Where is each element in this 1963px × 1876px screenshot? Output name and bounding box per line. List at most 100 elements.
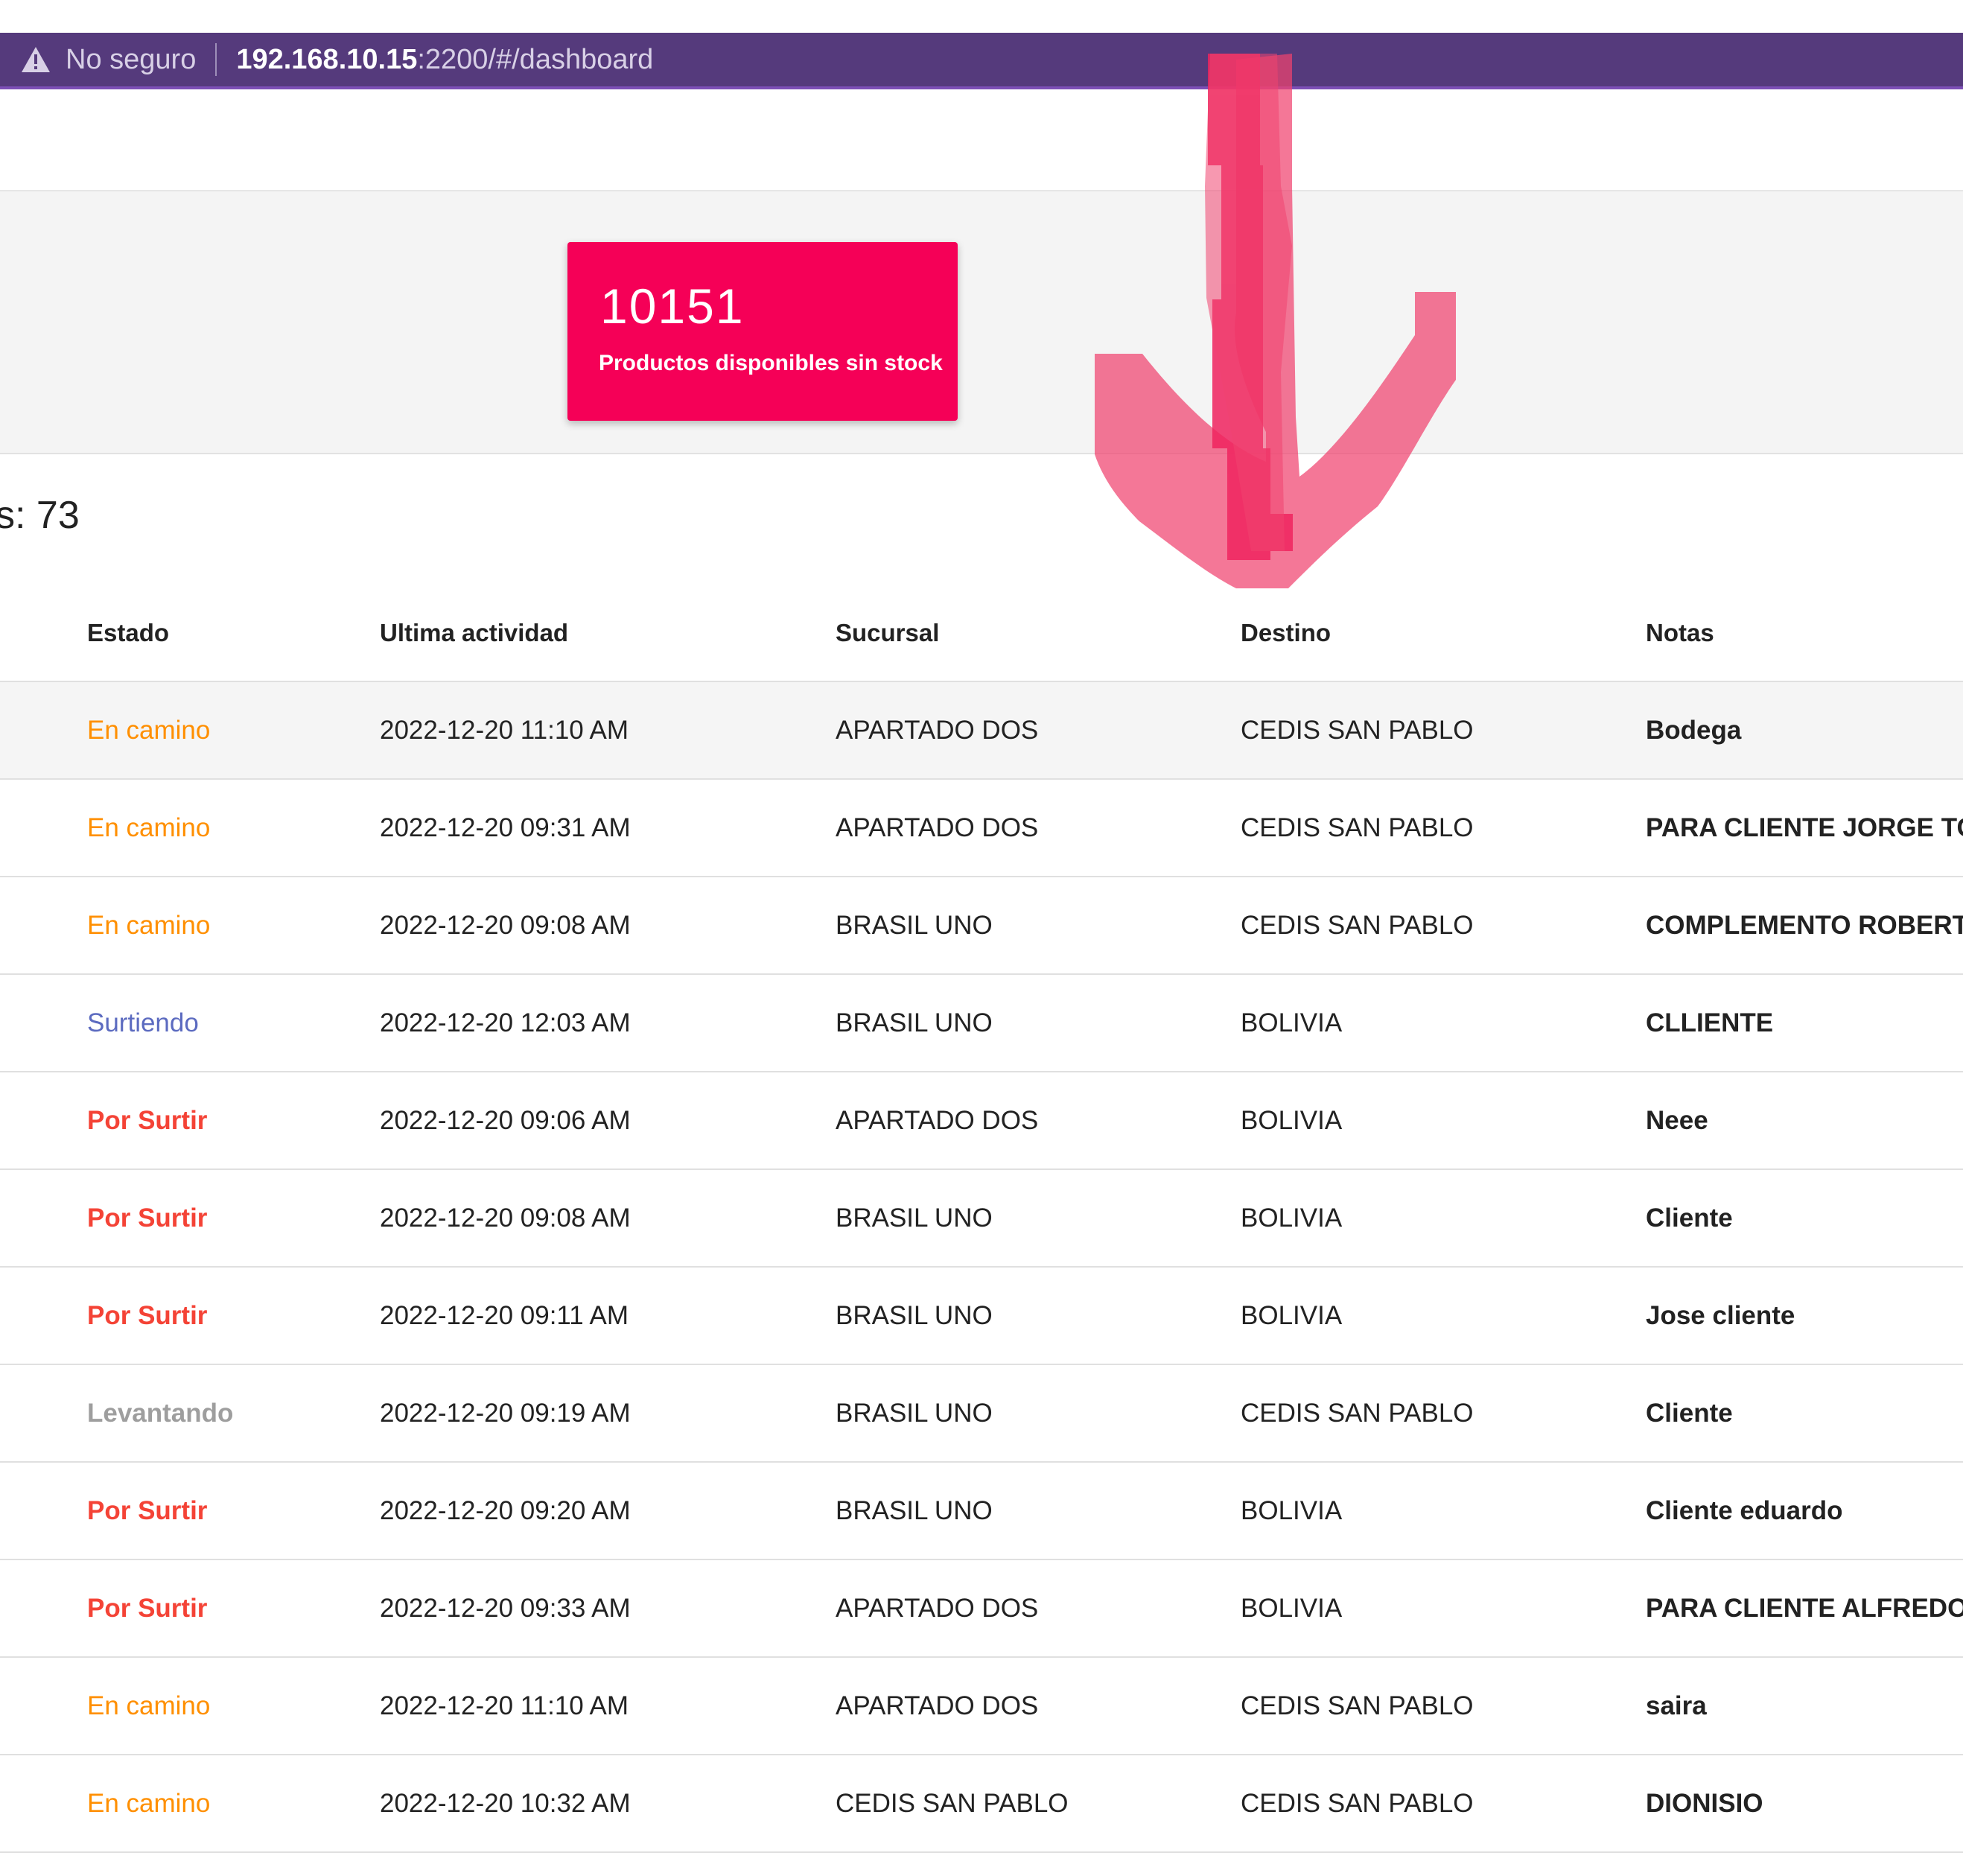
cell-destino: BOLIVIA bbox=[1241, 974, 1646, 1072]
cell-destino: CEDIS SAN PABLO bbox=[1241, 681, 1646, 780]
cell-destino: BOLIVIA bbox=[1241, 1462, 1646, 1560]
cell-ultima-actividad: 2022-12-20 09:19 AM bbox=[380, 1364, 836, 1463]
table-row[interactable]: En camino 2022-12-20 11:10 AM APARTADO DOS… bbox=[0, 681, 1963, 780]
cell-destino: CEDIS SAN PABLO bbox=[1241, 1755, 1646, 1853]
row-spacer bbox=[0, 1657, 87, 1755]
table-row[interactable]: Por Surtir 2022-12-20 09:11 AM BRASIL UNO B… bbox=[0, 1267, 1963, 1365]
cell-notas: PARA CLIENTE JORGE TON bbox=[1646, 779, 1963, 877]
row-spacer bbox=[0, 1559, 87, 1658]
cell-sucursal: BRASIL UNO bbox=[836, 877, 1241, 975]
cell-estado: Por Surtir bbox=[87, 1169, 380, 1268]
cell-estado: Surtiendo bbox=[87, 974, 380, 1072]
table-row[interactable]: Por Surtir 2022-12-20 09:33 AM APARTADO DO… bbox=[0, 1559, 1963, 1658]
cell-notas: Cliente bbox=[1646, 1169, 1963, 1268]
cell-estado: Por Surtir bbox=[87, 1267, 380, 1365]
stat-card-products-no-stock[interactable]: 10151 Productos disponibles sin stock bbox=[567, 242, 958, 421]
cell-destino: BOLIVIA bbox=[1241, 1169, 1646, 1268]
cell-notas: Neee bbox=[1646, 1072, 1963, 1170]
row-spacer bbox=[0, 1364, 87, 1463]
cell-sucursal: APARTADO DOS bbox=[836, 1657, 1241, 1755]
cell-destino: BOLIVIA bbox=[1241, 1072, 1646, 1170]
row-spacer bbox=[0, 681, 87, 780]
cell-notas: Jose cliente bbox=[1646, 1267, 1963, 1365]
cell-destino: CEDIS SAN PABLO bbox=[1241, 779, 1646, 877]
url-host: 192.168.10.15 bbox=[236, 43, 418, 75]
row-spacer bbox=[0, 1755, 87, 1853]
cell-ultima-actividad: 2022-12-20 09:31 AM bbox=[380, 779, 836, 877]
cell-destino: CEDIS SAN PABLO bbox=[1241, 877, 1646, 975]
cell-sucursal: BRASIL UNO bbox=[836, 1267, 1241, 1365]
cell-notas: COMPLEMENTO ROBERTO bbox=[1646, 877, 1963, 975]
table-row[interactable]: En camino 2022-12-20 09:08 AM BRASIL UNO CE… bbox=[0, 877, 1963, 975]
table-header-row: Estado Ultima actividad Sucursal Destino… bbox=[0, 585, 1963, 682]
cell-sucursal: BRASIL UNO bbox=[836, 974, 1241, 1072]
cell-estado: En camino bbox=[87, 1657, 380, 1755]
cell-notas: PARA CLIENTE ALFREDO P bbox=[1646, 1559, 1963, 1658]
cell-estado: Por Surtir bbox=[87, 1462, 380, 1560]
cell-destino: CEDIS SAN PABLO bbox=[1241, 1364, 1646, 1463]
security-status-label[interactable]: No seguro bbox=[66, 44, 196, 76]
cell-sucursal: BRASIL UNO bbox=[836, 1364, 1241, 1463]
cell-sucursal: CEDIS SAN PABLO bbox=[836, 1755, 1241, 1853]
cell-notas: DIONISIO bbox=[1646, 1755, 1963, 1853]
table-row[interactable]: En camino 2022-12-20 09:31 AM APARTADO DOS… bbox=[0, 779, 1963, 877]
address-divider bbox=[215, 43, 217, 76]
cell-sucursal: BRASIL UNO bbox=[836, 1169, 1241, 1268]
cell-ultima-actividad: 2022-12-20 09:08 AM bbox=[380, 877, 836, 975]
cell-ultima-actividad: 2022-12-20 09:33 AM bbox=[380, 1559, 836, 1658]
cell-sucursal: BRASIL UNO bbox=[836, 1462, 1241, 1560]
table-row[interactable]: Surtiendo 2022-12-20 12:03 AM BRASIL UNO BO… bbox=[0, 974, 1963, 1072]
browser-address-bar[interactable]: No seguro 192.168.10.15:2200/#/dashboard bbox=[0, 33, 1963, 89]
row-spacer bbox=[0, 974, 87, 1072]
row-spacer bbox=[0, 1267, 87, 1365]
cell-sucursal: APARTADO DOS bbox=[836, 779, 1241, 877]
table-row[interactable]: Levantando 2022-12-20 09:19 AM BRASIL UNO C… bbox=[0, 1364, 1963, 1463]
cell-destino: BOLIVIA bbox=[1241, 1267, 1646, 1365]
browser-top-strip bbox=[0, 0, 1963, 33]
cell-notas: saira bbox=[1646, 1657, 1963, 1755]
cell-estado: En camino bbox=[87, 877, 380, 975]
table-row[interactable]: Por Surtir 2022-12-20 09:20 AM BRASIL UNO B… bbox=[0, 1462, 1963, 1560]
orders-table: Estado Ultima actividad Sucursal Destino… bbox=[0, 585, 1963, 1853]
cell-destino: BOLIVIA bbox=[1241, 1559, 1646, 1658]
cell-estado: En camino bbox=[87, 1755, 380, 1853]
header-spacer bbox=[0, 585, 87, 682]
header-destino[interactable]: Destino bbox=[1241, 585, 1646, 682]
cell-notas: Cliente bbox=[1646, 1364, 1963, 1463]
cell-ultima-actividad: 2022-12-20 11:10 AM bbox=[380, 681, 836, 780]
cell-sucursal: APARTADO DOS bbox=[836, 681, 1241, 780]
summary-panel bbox=[0, 191, 1963, 454]
cell-estado: Por Surtir bbox=[87, 1072, 380, 1170]
table-row[interactable]: En camino 2022-12-20 10:32 AM CEDIS SAN PA… bbox=[0, 1755, 1963, 1853]
cell-estado: En camino bbox=[87, 681, 380, 780]
cell-ultima-actividad: 2022-12-20 12:03 AM bbox=[380, 974, 836, 1072]
header-sucursal[interactable]: Sucursal bbox=[836, 585, 1241, 682]
cell-ultima-actividad: 2022-12-20 09:20 AM bbox=[380, 1462, 836, 1560]
cell-destino: CEDIS SAN PABLO bbox=[1241, 1657, 1646, 1755]
cell-estado: Por Surtir bbox=[87, 1559, 380, 1658]
warning-triangle-icon bbox=[19, 43, 52, 76]
table-row[interactable]: Por Surtir 2022-12-20 09:08 AM BRASIL UNO B… bbox=[0, 1169, 1963, 1268]
row-spacer bbox=[0, 1462, 87, 1560]
orders-count: s: 73 bbox=[0, 494, 80, 537]
table-row[interactable]: Por Surtir 2022-12-20 09:06 AM APARTADO DO… bbox=[0, 1072, 1963, 1170]
cell-sucursal: APARTADO DOS bbox=[836, 1559, 1241, 1658]
header-estado[interactable]: Estado bbox=[87, 585, 380, 682]
orders-table-body: En camino 2022-12-20 11:10 AM APARTADO DOS… bbox=[0, 681, 1963, 1853]
row-spacer bbox=[0, 877, 87, 975]
cell-estado: Levantando bbox=[87, 1364, 380, 1463]
stat-card-value: 10151 bbox=[600, 279, 745, 334]
cell-ultima-actividad: 2022-12-20 11:10 AM bbox=[380, 1657, 836, 1755]
header-ultima-actividad[interactable]: Ultima actividad bbox=[380, 585, 836, 682]
cell-sucursal: APARTADO DOS bbox=[836, 1072, 1241, 1170]
cell-notas: Bodega bbox=[1646, 681, 1963, 780]
row-spacer bbox=[0, 1169, 87, 1268]
cell-estado: En camino bbox=[87, 779, 380, 877]
table-row[interactable]: En camino 2022-12-20 11:10 AM APARTADO DOS… bbox=[0, 1657, 1963, 1755]
url-path: :2200/#/dashboard bbox=[417, 43, 654, 75]
url-text[interactable]: 192.168.10.15:2200/#/dashboard bbox=[236, 44, 653, 76]
cell-ultima-actividad: 2022-12-20 09:06 AM bbox=[380, 1072, 836, 1170]
cell-ultima-actividad: 2022-12-20 09:08 AM bbox=[380, 1169, 836, 1268]
cell-notas: CLLIENTE bbox=[1646, 974, 1963, 1072]
header-notas[interactable]: Notas bbox=[1646, 585, 1963, 682]
